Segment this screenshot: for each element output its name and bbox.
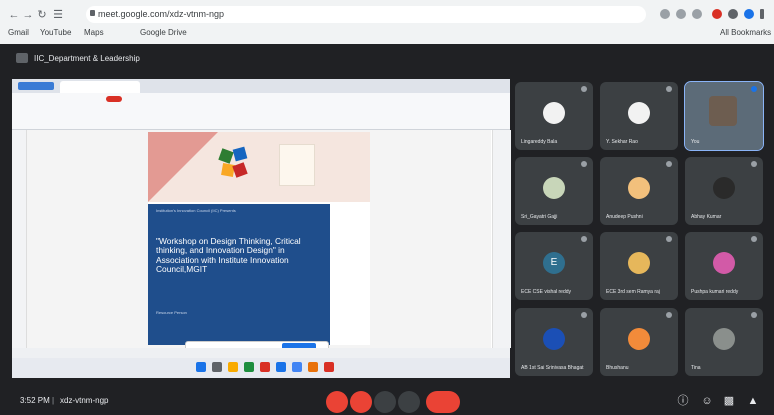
shared-app-tab bbox=[18, 82, 54, 90]
avatar bbox=[709, 96, 737, 126]
tab-search-icon[interactable]: ☰ bbox=[52, 9, 64, 21]
profile-avatar[interactable] bbox=[744, 9, 754, 19]
mic-status-icon bbox=[751, 236, 757, 242]
avatar bbox=[713, 252, 735, 274]
shared-statusbar bbox=[12, 348, 510, 358]
participant-name: Abhay Kumar bbox=[691, 214, 722, 220]
mic-status-icon bbox=[581, 161, 587, 167]
participant-name: ECE CSE vishal reddy bbox=[521, 289, 572, 295]
presenter-title: IIC_Department & Leadership bbox=[34, 54, 140, 63]
slide-subheading: Institution's Innovation Council (IIC) P… bbox=[156, 208, 236, 213]
participant-name: Sri_Gayatri Gajji bbox=[521, 214, 558, 220]
avatar bbox=[543, 328, 565, 350]
url-text: meet.google.com/xdz-vtnm-ngp bbox=[98, 9, 225, 19]
taskbar-app-icon bbox=[212, 362, 222, 372]
shared-ribbon-highlight bbox=[106, 96, 122, 102]
slide-accent-shape bbox=[148, 132, 218, 202]
reload-icon[interactable]: ↻ bbox=[36, 9, 48, 21]
avatar bbox=[628, 102, 650, 124]
avatar bbox=[628, 252, 650, 274]
bookmark-gmail[interactable]: Gmail bbox=[8, 28, 29, 37]
college-logo bbox=[218, 146, 248, 178]
lock-icon bbox=[90, 10, 95, 16]
taskbar-browser-icon bbox=[276, 362, 286, 372]
record-icon[interactable] bbox=[712, 9, 722, 19]
back-icon[interactable]: ← bbox=[8, 9, 20, 21]
participant-name: Y. Sekhar Rao bbox=[606, 139, 638, 145]
participant-name: Bhushanu bbox=[606, 365, 629, 371]
mic-status-icon bbox=[666, 86, 672, 92]
info-icon[interactable]: ⓘ bbox=[676, 394, 690, 408]
taskbar-folder-icon bbox=[228, 362, 238, 372]
activities-icon[interactable]: ▲ bbox=[746, 394, 760, 408]
taskbar-app-icon bbox=[244, 362, 254, 372]
meeting-time: 3:52 PM bbox=[20, 396, 50, 405]
mic-status-icon bbox=[751, 312, 757, 318]
avatar bbox=[543, 102, 565, 124]
avatar bbox=[713, 328, 735, 350]
shared-right-pane bbox=[492, 130, 511, 348]
shared-left-pane bbox=[12, 130, 27, 348]
taskbar-start-icon bbox=[196, 362, 206, 372]
taskbar-app-icon bbox=[324, 362, 334, 372]
separator: | bbox=[52, 396, 55, 405]
mic-status-icon bbox=[751, 161, 757, 167]
camera-off-button[interactable] bbox=[350, 391, 372, 413]
mic-status-icon bbox=[581, 312, 587, 318]
leave-call-button[interactable] bbox=[426, 391, 460, 413]
avatar: E bbox=[543, 252, 565, 274]
mic-status-icon bbox=[666, 161, 672, 167]
slide-heading: "Workshop on Design Thinking, Critical t… bbox=[156, 236, 301, 275]
bookmark-drive[interactable]: Google Drive bbox=[140, 28, 187, 37]
extension-icon[interactable] bbox=[660, 9, 670, 19]
mic-status-icon bbox=[666, 236, 672, 242]
bookmark-youtube[interactable]: YouTube bbox=[40, 28, 71, 37]
taskbar-app-icon bbox=[308, 362, 318, 372]
bookmark-maps[interactable]: Maps bbox=[84, 28, 104, 37]
presentation-icon bbox=[16, 53, 28, 63]
extension-icon[interactable] bbox=[728, 9, 738, 19]
participant-name: Tina bbox=[691, 365, 701, 371]
shared-ribbon-toolbar bbox=[12, 93, 510, 130]
mic-status-icon bbox=[581, 86, 587, 92]
participant-name: Anudeep Pushni bbox=[606, 214, 643, 220]
meeting-code: xdz-vtnm-ngp bbox=[60, 396, 109, 405]
avatar bbox=[543, 177, 565, 199]
extension-icon[interactable] bbox=[676, 9, 686, 19]
present-button[interactable] bbox=[374, 391, 396, 413]
all-bookmarks[interactable]: All Bookmarks bbox=[720, 28, 771, 37]
mic-status-icon bbox=[581, 236, 587, 242]
mic-off-button[interactable] bbox=[326, 391, 348, 413]
taskbar-app-icon bbox=[260, 362, 270, 372]
more-options-button[interactable] bbox=[398, 391, 420, 413]
mic-status-icon bbox=[666, 312, 672, 318]
participant-name: ECE 3rd sem Ramya raj bbox=[606, 289, 660, 295]
participant-name: Pushpa kumari reddy bbox=[691, 289, 739, 295]
participant-name: You bbox=[691, 139, 700, 145]
avatar bbox=[713, 177, 735, 199]
taskbar-app-icon bbox=[292, 362, 302, 372]
participant-name: AB 1st Sai Srinivasa Bhagat bbox=[521, 365, 584, 371]
avatar bbox=[628, 328, 650, 350]
mic-status-icon bbox=[751, 86, 757, 92]
menu-icon[interactable] bbox=[760, 9, 764, 19]
participant-name: Lingareddy Bala bbox=[521, 139, 558, 145]
extension-icon[interactable] bbox=[692, 9, 702, 19]
slide-footer: Resource Person bbox=[156, 310, 187, 315]
chat-icon[interactable]: ▩ bbox=[722, 394, 736, 408]
avatar bbox=[628, 177, 650, 199]
people-icon[interactable]: ☺ bbox=[700, 394, 714, 408]
iic-logo bbox=[279, 144, 315, 186]
shared-active-tab bbox=[60, 81, 140, 93]
forward-icon[interactable]: → bbox=[22, 9, 34, 21]
